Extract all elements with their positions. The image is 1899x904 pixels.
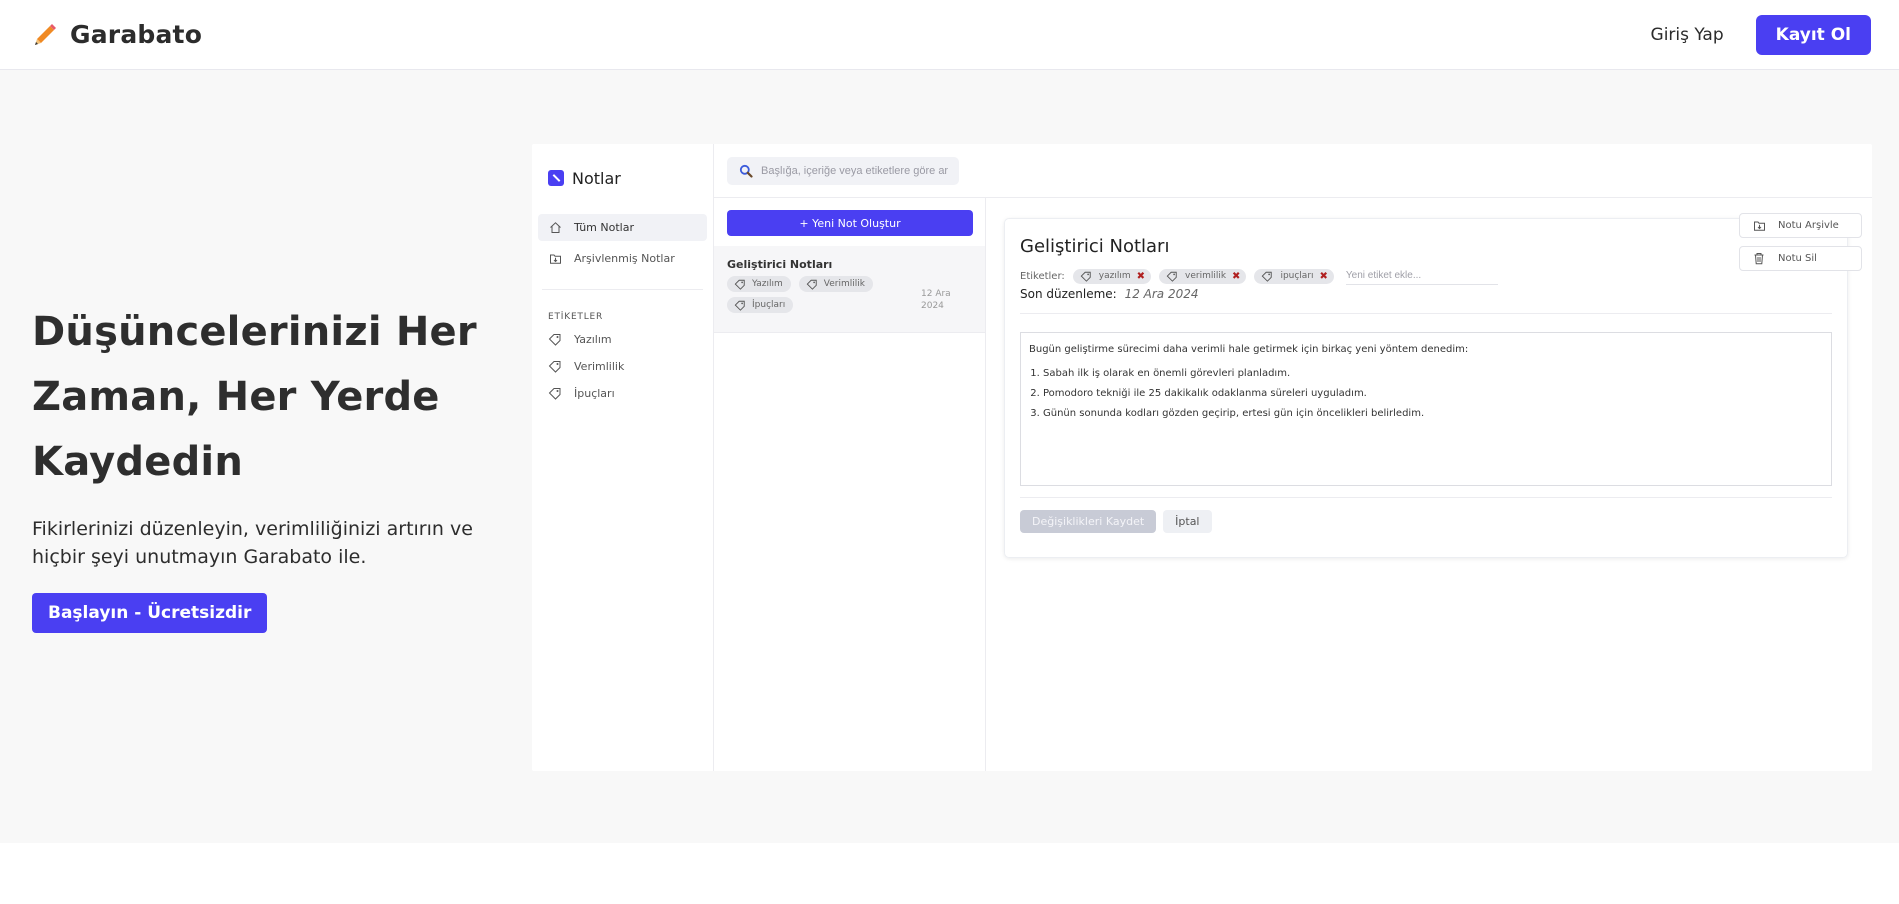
note-tag-chip: Yazılım <box>727 276 791 292</box>
editor-tag-label: verimlilik <box>1185 271 1227 281</box>
tag-icon <box>1165 269 1179 283</box>
note-title[interactable]: Geliştirici Notları <box>1020 236 1832 257</box>
new-tag-input[interactable] <box>1345 267 1498 285</box>
note-actions: Notu Arşivle Notu Sil <box>1739 213 1862 271</box>
sidebar-tag-software[interactable]: Yazılım <box>538 326 707 353</box>
tag-icon <box>733 277 747 291</box>
brand-name: Garabato <box>70 20 203 49</box>
hero-text: Düşüncelerinizi Her Zaman, Her Yerde Kay… <box>32 300 522 633</box>
note-body-list-item: Sabah ilk iş olarak en önemli görevleri … <box>1043 367 1823 381</box>
sidebar-item-all-notes[interactable]: Tüm Notlar <box>538 214 707 241</box>
tag-icon <box>1079 269 1093 283</box>
note-tag-label: Yazılım <box>752 279 783 289</box>
archive-icon <box>548 252 562 266</box>
note-body-list-item: Günün sonunda kodları gözden geçirip, er… <box>1043 407 1823 421</box>
editor-tag-label: ipuçları <box>1280 271 1314 281</box>
hero-section: Düşüncelerinizi Her Zaman, Her Yerde Kay… <box>0 70 1899 843</box>
last-edited: Son düzenleme: 12 Ara 2024 <box>1020 287 1832 301</box>
note-date-day: 12 Ara <box>921 289 951 299</box>
search-input[interactable] <box>761 164 951 177</box>
note-editor: Geliştirici Notları Etiketler: yazılım ✖… <box>986 198 1872 771</box>
cancel-button[interactable]: İptal <box>1163 510 1212 533</box>
note-item-date: 12 Ara 2024 <box>921 288 951 312</box>
login-link[interactable]: Giriş Yap <box>1651 25 1724 45</box>
archive-icon <box>1752 219 1766 233</box>
last-edited-value: 12 Ara 2024 <box>1124 287 1199 301</box>
sidebar-tag-label: Verimlilik <box>574 360 625 373</box>
tag-icon <box>548 387 562 401</box>
sidebar-brand: Notlar <box>538 162 707 194</box>
get-started-button[interactable]: Başlayın - Ücretsizdir <box>32 593 268 633</box>
note-tag-label: Verimlilik <box>823 279 865 289</box>
last-edited-label: Son düzenleme: <box>1020 287 1117 301</box>
brand[interactable]: Garabato <box>32 20 202 49</box>
save-changes-button[interactable]: Değişiklikleri Kaydet <box>1020 510 1157 533</box>
tag-icon <box>1260 269 1274 283</box>
sidebar-divider <box>542 289 703 290</box>
hero-title-line: Zaman, Her Yerde <box>32 374 440 420</box>
tag-icon <box>805 277 819 291</box>
editor-tag-chip: yazılım ✖ <box>1072 268 1151 284</box>
note-tag-label: İpuçları <box>752 300 786 310</box>
sidebar-title: Notlar <box>572 168 621 188</box>
search-bar <box>714 144 1872 198</box>
sidebar-tag-label: Yazılım <box>574 333 612 346</box>
hero-title-line: Kaydedin <box>32 439 244 485</box>
sidebar-item-label: Tüm Notlar <box>574 221 634 234</box>
app-main: + Yeni Not Oluştur Geliştirici Notları Y… <box>714 144 1872 771</box>
hero-title: Düşüncelerinizi Her Zaman, Her Yerde Kay… <box>32 300 522 495</box>
note-list-item[interactable]: Geliştirici Notları Yazılım Verimlilik İ… <box>714 246 985 333</box>
note-item-title: Geliştirici Notları <box>727 258 833 271</box>
tag-icon <box>548 333 562 347</box>
nav-actions: Giriş Yap Kayıt Ol <box>1651 14 1871 55</box>
hero-subtitle: Fikirlerinizi düzenleyin, verimliliğiniz… <box>32 518 473 568</box>
editor-divider <box>1020 313 1832 314</box>
note-body-intro: Bugün geliştirme sürecimi daha verimli h… <box>1029 344 1469 355</box>
editor-card: Geliştirici Notları Etiketler: yazılım ✖… <box>1004 218 1848 558</box>
remove-tag-icon[interactable]: ✖ <box>1137 271 1145 282</box>
remove-tag-icon[interactable]: ✖ <box>1320 271 1328 282</box>
app-sidebar: Notlar Tüm Notlar Arşivlenmiş Notlar ETİ… <box>532 144 714 771</box>
pencil-icon <box>32 22 58 48</box>
editor-tags-row: Etiketler: yazılım ✖ verimlilik ✖ ipuçla… <box>1020 267 1832 285</box>
app-content: + Yeni Not Oluştur Geliştirici Notları Y… <box>714 198 1872 771</box>
tag-icon <box>548 360 562 374</box>
editor-actions: Değişiklikleri Kaydet İptal <box>1020 510 1832 533</box>
sidebar-item-archived-notes[interactable]: Arşivlenmiş Notlar <box>538 245 707 272</box>
search-icon <box>739 164 753 178</box>
editor-divider <box>1020 497 1832 498</box>
remove-tag-icon[interactable]: ✖ <box>1232 271 1240 282</box>
sidebar-tag-tips[interactable]: İpuçları <box>538 380 707 407</box>
editor-tag-chip: ipuçları ✖ <box>1254 268 1334 284</box>
editor-tag-label: yazılım <box>1098 271 1131 281</box>
sidebar-item-label: Arşivlenmiş Notlar <box>574 252 675 265</box>
note-tag-chip: Verimlilik <box>798 276 873 292</box>
search-box <box>727 156 959 185</box>
top-navbar: Garabato Giriş Yap Kayıt Ol <box>0 0 1899 70</box>
note-tag-chip: İpuçları <box>727 297 794 313</box>
note-item-tags: Yazılım Verimlilik İpuçları <box>727 276 907 313</box>
archive-note-label: Notu Arşivle <box>1778 220 1839 231</box>
tags-label: Etiketler: <box>1020 270 1065 282</box>
trash-icon <box>1752 252 1766 266</box>
note-body-editor[interactable]: Bugün geliştirme sürecimi daha verimli h… <box>1020 332 1832 486</box>
archive-note-button[interactable]: Notu Arşivle <box>1739 213 1862 238</box>
note-body-list: Sabah ilk iş olarak en önemli görevleri … <box>1029 367 1823 421</box>
app-preview: Notlar Tüm Notlar Arşivlenmiş Notlar ETİ… <box>532 144 1872 771</box>
delete-note-button[interactable]: Notu Sil <box>1739 246 1862 271</box>
signup-button[interactable]: Kayıt Ol <box>1755 14 1871 55</box>
sidebar-tag-productivity[interactable]: Verimlilik <box>538 353 707 380</box>
editor-tag-chip: verimlilik ✖ <box>1159 268 1247 284</box>
tag-icon <box>733 298 747 312</box>
new-note-button[interactable]: + Yeni Not Oluştur <box>727 210 973 236</box>
note-date-year: 2024 <box>921 301 944 311</box>
tags-heading: ETİKETLER <box>548 312 604 322</box>
note-body-list-item: Pomodoro tekniği ile 25 dakikalık odakla… <box>1043 387 1823 401</box>
note-list: + Yeni Not Oluştur Geliştirici Notları Y… <box>714 198 986 771</box>
hero-title-line: Düşüncelerinizi Her <box>32 309 477 355</box>
delete-note-label: Notu Sil <box>1778 253 1817 264</box>
home-icon <box>548 221 562 235</box>
sidebar-tag-label: İpuçları <box>574 387 615 400</box>
notes-logo-icon <box>548 170 564 186</box>
